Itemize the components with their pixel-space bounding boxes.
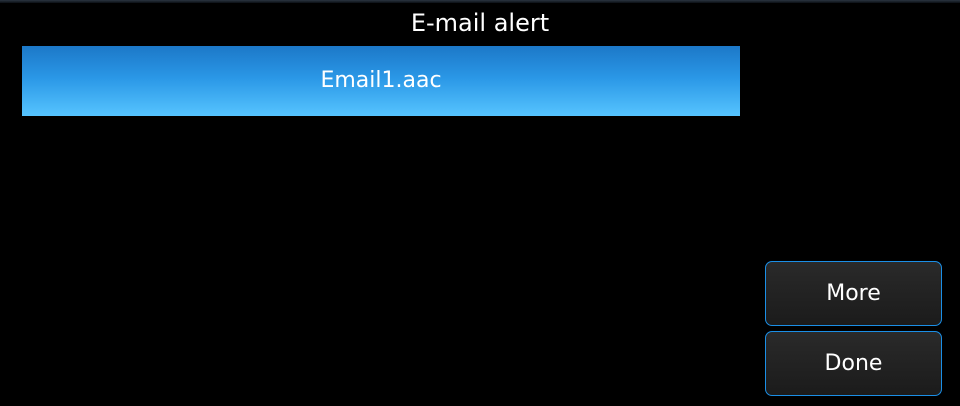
top-edge-bar <box>0 0 960 3</box>
list-item-label: Email1.aac <box>320 68 442 93</box>
tone-list: Email1.aac <box>22 46 740 116</box>
done-button[interactable]: Done <box>765 331 942 396</box>
page-title: E-mail alert <box>410 9 550 37</box>
email-alert-screen: E-mail alert Email1.aac More Done <box>0 0 960 406</box>
list-item-selected[interactable]: Email1.aac <box>22 46 740 116</box>
more-button[interactable]: More <box>765 261 942 326</box>
